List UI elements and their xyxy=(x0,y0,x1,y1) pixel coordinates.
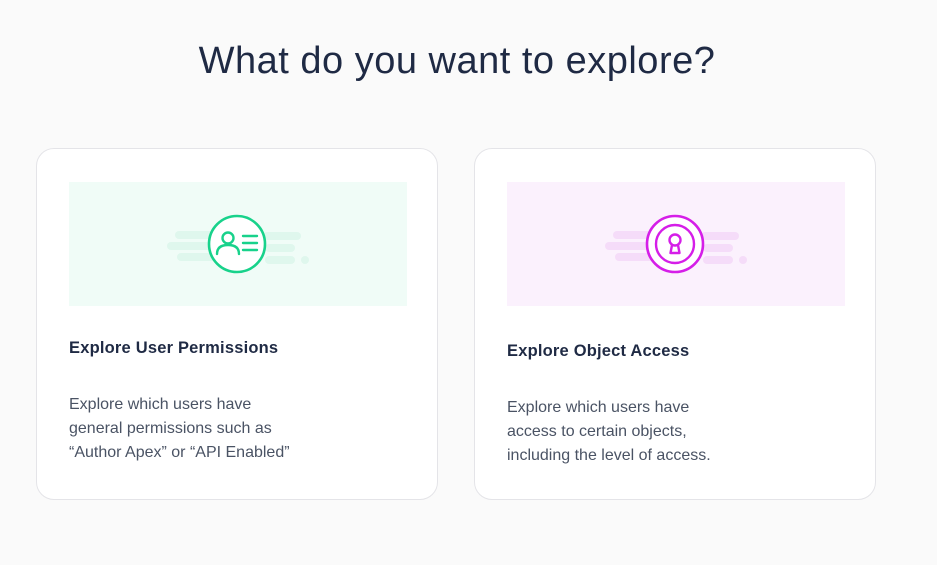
page-title: What do you want to explore? xyxy=(198,40,716,82)
user-permissions-banner xyxy=(69,182,407,306)
explore-object-access-card[interactable]: Explore Object Access Explore which user… xyxy=(474,148,876,500)
explore-page: What do you want to explore? Explore Use… xyxy=(0,0,937,565)
card-description: Explore which users have general permiss… xyxy=(69,393,339,465)
object-access-banner xyxy=(507,182,845,306)
card-title: Explore Object Access xyxy=(507,342,690,360)
card-description: Explore which users have access to certa… xyxy=(507,396,777,468)
description-line: Explore which users have xyxy=(69,396,252,413)
explore-user-permissions-card[interactable]: Explore User Permissions Explore which u… xyxy=(36,148,438,500)
description-line: Explore which users have xyxy=(507,399,690,416)
description-line: general permissions such as xyxy=(69,420,272,437)
user-id-card-icon xyxy=(167,214,309,274)
card-title: Explore User Permissions xyxy=(69,339,279,357)
description-line: including the level of access. xyxy=(507,447,711,464)
description-line: access to certain objects, xyxy=(507,423,687,440)
description-line: “Author Apex” or “API Enabled” xyxy=(69,444,290,461)
keyhole-lock-icon xyxy=(605,214,747,274)
